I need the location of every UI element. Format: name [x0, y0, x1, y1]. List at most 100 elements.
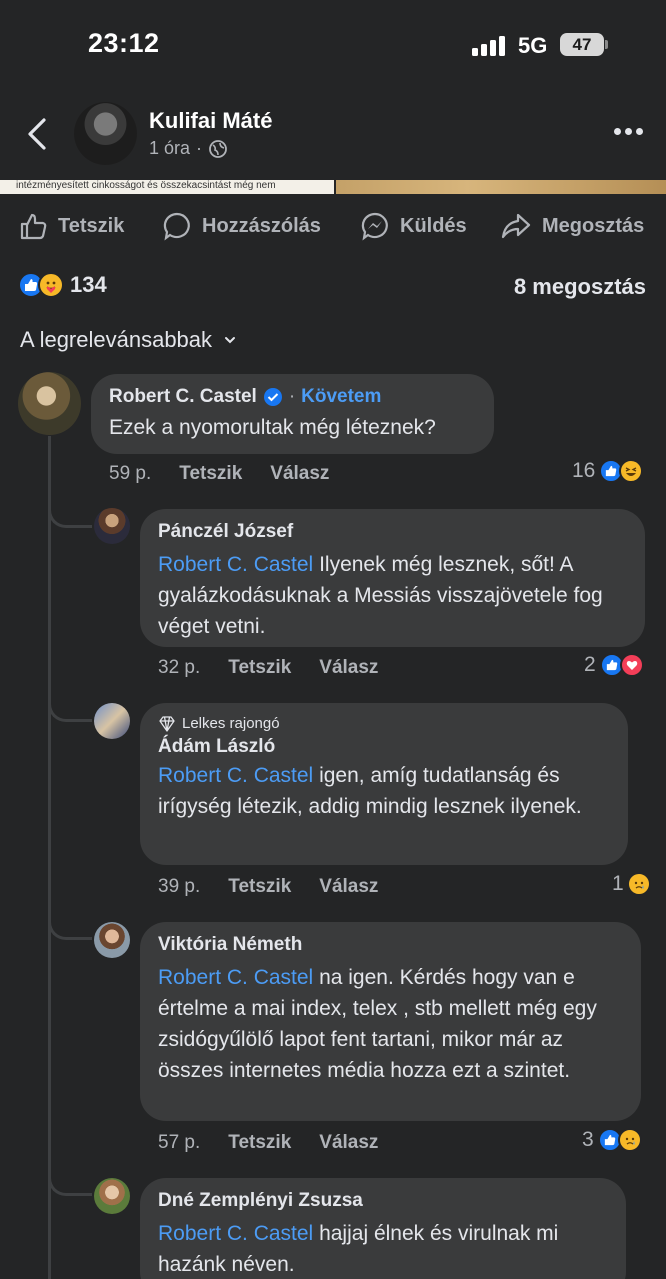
comment-bubble: Lelkes rajongó Ádám László Robert C. Cas… [140, 703, 628, 865]
comment-avatar[interactable] [18, 372, 81, 435]
comment-text: Robert C. Castel hajjaj élnek és virulna… [158, 1218, 606, 1279]
comment-reaction-count: 3 [582, 1128, 594, 1151]
comment-avatar[interactable] [94, 508, 130, 544]
reaction-summary[interactable]: 134 [18, 272, 107, 298]
comment-reply-button[interactable]: Válasz [270, 463, 329, 485]
dot-icon [625, 128, 632, 135]
chevron-down-icon [225, 337, 236, 344]
share-button[interactable]: Megosztás [500, 211, 644, 241]
reply-connector [48, 1170, 92, 1196]
comment-time: 32 p. [158, 657, 201, 678]
comment-author[interactable]: Dné Zemplényi Zsuzsa [158, 1190, 363, 1212]
comment-text: Robert C. Castel igen, amíg tudatlanság … [158, 760, 608, 822]
comment-bubble: Viktória Németh Robert C. Castel na igen… [140, 922, 641, 1121]
send-label: Küldés [400, 214, 467, 237]
love-reaction-icon [619, 653, 644, 677]
author-avatar[interactable] [74, 102, 137, 165]
comment-like-button[interactable]: Tetszik [228, 1132, 291, 1154]
comment-text: Robert C. Castel Ilyenek még lesznek, ső… [158, 549, 625, 642]
like-label: Tetszik [58, 214, 125, 237]
comment-icon [163, 212, 190, 241]
comment-bubble: Robert C. Castel · Követem Ezek a nyomor… [91, 374, 494, 454]
back-button[interactable] [22, 112, 62, 156]
follow-button[interactable]: Követem [301, 386, 381, 408]
send-button[interactable]: Küldés [360, 211, 467, 241]
reaction-count: 134 [70, 272, 107, 297]
battery-icon: 47 [560, 33, 604, 56]
comment-like-button[interactable]: Tetszik [228, 876, 291, 898]
share-label: Megosztás [542, 214, 645, 237]
comment-text: Ezek a nyomorultak még léteznek? [109, 416, 436, 439]
top-fan-badge: Lelkes rajongó [158, 715, 608, 732]
comment-time: 59 p. [109, 463, 152, 484]
care-reaction-icon [38, 272, 64, 298]
comment-reply-button[interactable]: Válasz [319, 1132, 378, 1154]
comment-reactions[interactable]: 1 [612, 872, 651, 896]
post-author[interactable]: Kulifai Máté [149, 108, 272, 134]
comment-bubble: Dné Zemplényi Zsuzsa Robert C. Castel ha… [140, 1178, 626, 1279]
share-icon [501, 213, 531, 239]
comment-text: Robert C. Castel na igen. Kérdés hogy va… [158, 962, 621, 1086]
comment-reactions[interactable]: 3 [582, 1128, 642, 1152]
post-meta: 1 óra · [149, 138, 228, 159]
comment-footer: 39 p. Tetszik Válasz [158, 876, 378, 898]
comment-time: 39 p. [158, 876, 201, 897]
mention-link[interactable]: Robert C. Castel [158, 553, 313, 576]
comment-reaction-count: 2 [584, 653, 596, 676]
comment-author[interactable]: Pánczél József [158, 521, 293, 543]
thumbs-up-icon [20, 213, 47, 240]
mention-link[interactable]: Robert C. Castel [158, 764, 313, 787]
comment-author-row: Robert C. Castel · Követem [109, 386, 474, 408]
comment-reply-button[interactable]: Válasz [319, 876, 378, 898]
like-button[interactable]: Tetszik [18, 211, 124, 241]
mention-link[interactable]: Robert C. Castel [158, 966, 313, 989]
sort-label: A legrelevánsabbak [20, 327, 213, 352]
thread-line [48, 436, 51, 1279]
comment-footer: 59 p. Tetszik Válasz [109, 463, 329, 485]
reply-connector [48, 502, 92, 528]
comment-reactions[interactable]: 16 [572, 459, 644, 483]
network-label: 5G [518, 33, 548, 58]
comment-reactions[interactable]: 2 [584, 653, 644, 677]
comment-avatar[interactable] [94, 703, 130, 739]
comment-like-button[interactable]: Tetszik [228, 657, 291, 679]
verified-badge-icon [263, 388, 282, 406]
post-image-caption: intézményesített cinkosságot és összekac… [16, 180, 276, 191]
comment-sort-dropdown[interactable]: A legrelevánsabbak [20, 327, 236, 353]
mention-link[interactable]: Robert C. Castel [158, 1222, 313, 1245]
status-time: 23:12 [88, 28, 160, 58]
signal-icon [472, 36, 508, 56]
chevron-left-icon [28, 118, 46, 150]
messenger-icon [361, 212, 388, 241]
comment-avatar[interactable] [94, 1178, 130, 1214]
dot-separator: · [196, 138, 203, 158]
sad-reaction-icon [626, 872, 651, 896]
post-image-left[interactable]: intézményesített cinkosságot és összekac… [0, 180, 334, 194]
comment-reaction-count: 16 [572, 459, 596, 482]
dot-icon [614, 128, 621, 135]
more-options-button[interactable] [612, 128, 646, 138]
comment-author[interactable]: Robert C. Castel [109, 386, 257, 408]
reply-connector [48, 696, 92, 722]
comment-reply-button[interactable]: Válasz [319, 657, 378, 679]
comment-bubble: Pánczél József Robert C. Castel Ilyenek … [140, 509, 645, 647]
share-count[interactable]: 8 megosztás [514, 274, 646, 300]
dot-separator: · [288, 386, 296, 407]
comment-author[interactable]: Viktória Németh [158, 934, 302, 956]
post-time: 1 óra [149, 138, 191, 158]
badge-label: Lelkes rajongó [182, 715, 280, 732]
comment-like-button[interactable]: Tetszik [179, 463, 242, 485]
action-bar: Tetszik Hozzászólás Küldés Megosztás [0, 200, 666, 252]
comment-reaction-count: 1 [612, 872, 624, 895]
battery-tip [605, 40, 608, 49]
comment-footer: 57 p. Tetszik Válasz [158, 1132, 378, 1154]
comment-author[interactable]: Ádám László [158, 736, 275, 758]
post-image-right[interactable] [336, 180, 666, 194]
diamond-icon [159, 715, 175, 732]
comment-time: 57 p. [158, 1132, 201, 1153]
haha-reaction-icon [619, 459, 644, 483]
dot-icon [636, 128, 643, 135]
globe-icon [209, 139, 227, 158]
comment-button[interactable]: Hozzászólás [162, 211, 321, 241]
comment-avatar[interactable] [94, 922, 130, 958]
